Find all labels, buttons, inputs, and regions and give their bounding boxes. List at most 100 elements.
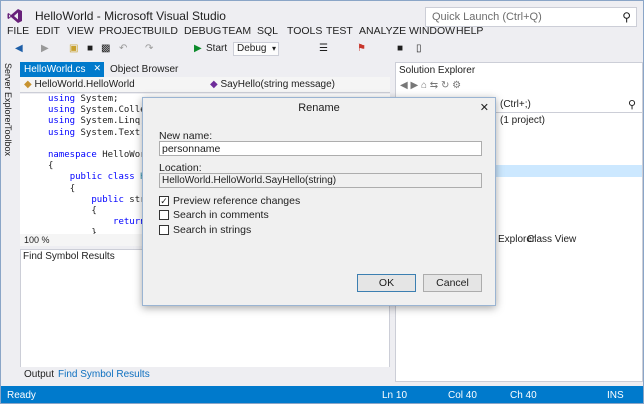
class-dropdown[interactable]: ◆ HelloWorld.HelloWorld (20, 78, 200, 92)
new-project-icon[interactable]: ▣ (69, 41, 78, 56)
toolbox-tab[interactable]: Toolbox (3, 125, 13, 156)
code-line: { (48, 161, 54, 172)
menu-debug[interactable]: DEBUG (184, 25, 221, 37)
server-explorer-tab[interactable]: Server Explorer (3, 63, 13, 126)
status-bar: Ready Ln 10 Col 40 Ch 40 INS (1, 386, 643, 403)
status-char: Ch 40 (510, 390, 537, 401)
chevron-down-icon: ▾ (271, 44, 276, 53)
redo-icon[interactable]: ↷ (145, 41, 153, 56)
ok-button[interactable]: OK (357, 274, 416, 292)
start-icon[interactable]: ▶ (194, 41, 202, 56)
rename-dialog: Rename ✕ New name: personname Location: … (142, 97, 496, 306)
search-comments-label: Search in comments (173, 209, 269, 221)
configuration-select[interactable]: Debug ▾ (233, 42, 279, 56)
left-tool-strip: Server Explorer Toolbox (1, 61, 18, 381)
window-title: HelloWorld - Microsoft Visual Studio (35, 9, 226, 23)
new-name-input[interactable]: personname (159, 141, 482, 156)
code-line: using System.Text; (48, 127, 146, 138)
status-ready: Ready (7, 390, 36, 401)
forward-icon[interactable]: ▶ (410, 80, 418, 91)
undo-icon[interactable]: ↶ (119, 41, 127, 56)
document-tabs: HelloWorld.cs ✕ Object Browser (20, 62, 390, 77)
save-all-icon[interactable]: ▩ (101, 41, 110, 56)
zoom-level[interactable]: 100 % (24, 235, 50, 245)
tab-output[interactable]: Output (24, 369, 54, 380)
close-icon[interactable]: ✕ (93, 63, 101, 74)
selected-tree-row[interactable] (496, 165, 642, 177)
configuration-value: Debug (237, 43, 267, 54)
vs-window: HelloWorld - Microsoft Visual Studio Qui… (0, 0, 644, 404)
menu-project[interactable]: PROJECT (99, 25, 148, 37)
class-dropdown-value: HelloWorld.HelloWorld (34, 79, 135, 90)
back-icon[interactable]: ◀ (15, 41, 23, 56)
save-icon[interactable]: ■ (87, 41, 93, 56)
code-line: { (91, 206, 97, 216)
menu-build[interactable]: BUILD (147, 25, 178, 37)
back-icon[interactable]: ◀ (400, 80, 408, 91)
code-line: public class He (69, 172, 151, 183)
standard-toolbar: ◀ ▶ ▣ ■ ▩ ↶ ↷ ▶ Start Debug ▾ ☰ ⚑ ■ ▯ (1, 41, 643, 57)
refresh-icon[interactable]: ↻ (441, 80, 449, 91)
code-line: return (113, 217, 146, 228)
tab-object-browser[interactable]: Object Browser (106, 62, 186, 77)
code-line: using System; (48, 94, 119, 104)
tab-label: Object Browser (110, 64, 179, 75)
menu-team[interactable]: TEAM (222, 25, 251, 37)
search-strings-checkbox[interactable] (159, 225, 169, 235)
menu-bar: FILE EDIT VIEW PROJECT BUILD DEBUG TEAM … (1, 25, 643, 41)
cancel-button[interactable]: Cancel (423, 274, 482, 292)
search-strings-label: Search in strings (173, 224, 252, 236)
preview-changes-checkbox[interactable]: ✓ (159, 196, 169, 206)
status-insert-mode: INS (607, 390, 624, 401)
sync-icon[interactable]: ⇆ (430, 80, 438, 91)
menu-analyze[interactable]: ANALYZE (359, 25, 406, 37)
navigation-bar: ◆ HelloWorld.HelloWorld ◆ SayHello(strin… (20, 77, 390, 93)
member-dropdown-value: SayHello(string message) (220, 79, 335, 90)
bookmark-icon[interactable]: ■ (397, 41, 403, 56)
tab-find-symbol-results[interactable]: Find Symbol Results (58, 369, 150, 380)
menu-tools[interactable]: TOOLS (287, 25, 322, 37)
code-line: { (69, 183, 76, 194)
dialog-title: Rename (298, 102, 340, 114)
code-line: namespace HelloWorld (48, 150, 157, 160)
location-field: HelloWorld.HelloWorld.SayHello(string) (159, 173, 482, 188)
menu-sql[interactable]: SQL (257, 25, 278, 37)
menu-window[interactable]: WINDOW (409, 25, 455, 37)
home-icon[interactable]: ⌂ (421, 80, 427, 91)
solution-toolbar: ◀ ▶ ⌂ ⇆ ↻ ⚙ (400, 80, 461, 91)
find-in-files-icon[interactable]: ☰ (319, 41, 328, 56)
tab-helloworld-cs[interactable]: HelloWorld.cs ✕ (20, 62, 104, 77)
solution-bottom-tabs: Explorer Class View (496, 233, 642, 247)
status-column: Col 40 (448, 390, 477, 401)
properties-icon[interactable]: ⚙ (452, 80, 461, 91)
find-icon[interactable]: ⚑ (357, 41, 366, 56)
class-icon: ◆ (24, 79, 32, 90)
tab-label: HelloWorld.cs (24, 64, 86, 75)
quick-launch-placeholder: Quick Launch (Ctrl+Q) (432, 11, 542, 23)
menu-test[interactable]: TEST (326, 25, 353, 37)
tab-class-view[interactable]: Class View (527, 234, 576, 245)
bookmark-prev-icon[interactable]: ▯ (416, 41, 422, 56)
bottom-tool-tabs: Output Find Symbol Results (20, 367, 390, 383)
title-bar: HelloWorld - Microsoft Visual Studio Qui… (1, 4, 643, 27)
menu-edit[interactable]: EDIT (36, 25, 60, 37)
method-icon: ◆ (210, 79, 218, 90)
forward-icon[interactable]: ▶ (41, 41, 49, 56)
code-line: using System.Linq; (48, 116, 146, 127)
start-button[interactable]: Start (206, 41, 227, 56)
menu-file[interactable]: FILE (7, 25, 29, 37)
solution-explorer-title: Solution Explorer (399, 65, 476, 76)
menu-view[interactable]: VIEW (67, 25, 94, 37)
quick-launch-input[interactable]: Quick Launch (Ctrl+Q) ⚲ (425, 7, 637, 27)
code-line: public strin (91, 194, 156, 205)
search-icon: ⚲ (622, 10, 631, 24)
menu-help[interactable]: HELP (456, 25, 483, 37)
panel-title: Find Symbol Results (23, 251, 115, 262)
close-icon[interactable]: ✕ (480, 101, 489, 114)
search-icon: ⚲ (627, 99, 636, 111)
solution-node[interactable]: (1 project) (500, 115, 545, 126)
status-line: Ln 10 (382, 390, 408, 401)
visual-studio-logo-icon (7, 8, 23, 24)
member-dropdown[interactable]: ◆ SayHello(string message) (206, 78, 386, 92)
search-comments-checkbox[interactable] (159, 210, 169, 220)
